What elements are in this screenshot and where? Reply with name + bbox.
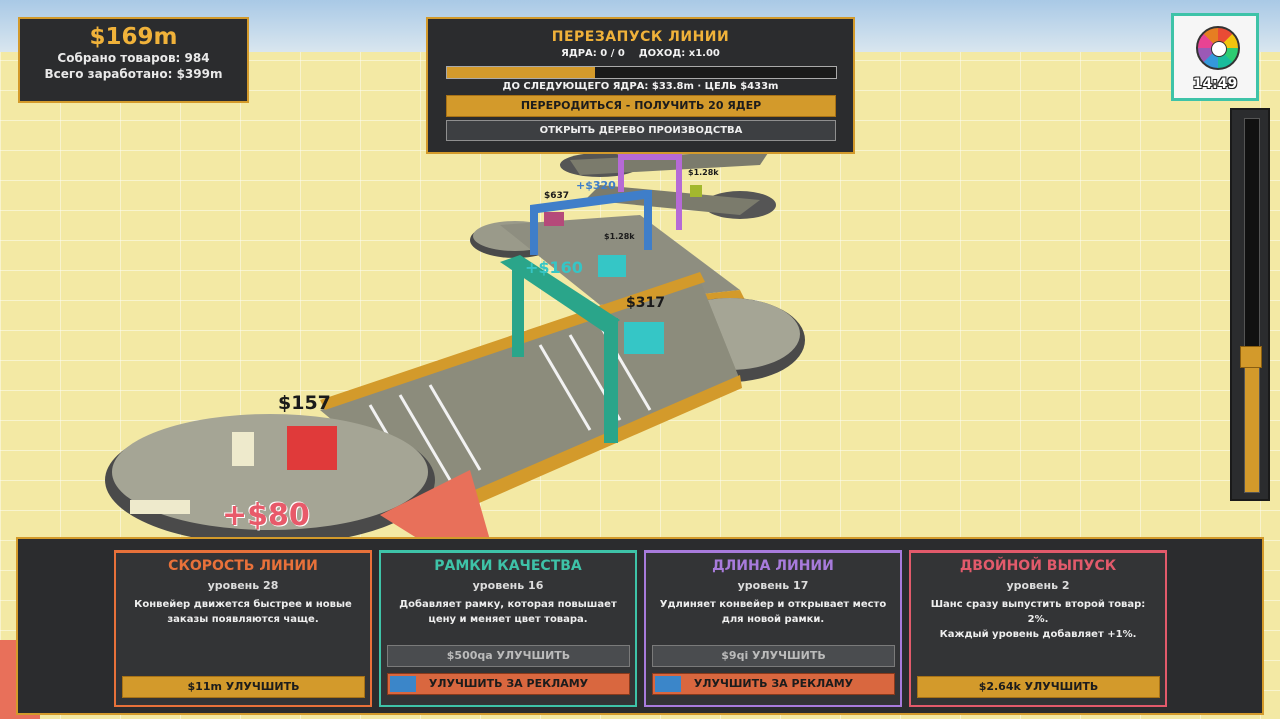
slider-handle[interactable] bbox=[1240, 345, 1262, 368]
upgrade-description: Добавляет рамку, которая повышает цену и… bbox=[381, 597, 635, 627]
desc-line: для новой рамки. bbox=[721, 614, 825, 625]
slider-track[interactable] bbox=[1244, 118, 1260, 493]
upgrade-ad-button[interactable]: УЛУЧШИТЬ ЗА РЕКЛАМУ bbox=[387, 673, 630, 695]
cores-income: ЯДРА: 0 / 0 ДОХОД: x1.00 bbox=[561, 48, 720, 59]
upgrade-level: уровень 16 bbox=[472, 579, 544, 592]
upgrade-buy-button[interactable]: $9qi УЛУЧШИТЬ bbox=[652, 645, 895, 667]
upgrade-card-line-speed: СКОРОСТЬ ЛИНИИ уровень 28 Конвейер движе… bbox=[114, 550, 372, 707]
upgrade-description: Конвейер движется быстрее и новые заказы… bbox=[116, 597, 370, 627]
desc-line: Конвейер движется быстрее и новые bbox=[134, 599, 352, 610]
prestige-progress-fill bbox=[447, 67, 595, 78]
upgrade-ad-button[interactable]: УЛУЧШИТЬ ЗА РЕКЛАМУ bbox=[652, 673, 895, 695]
upgrade-card-quality-frames: РАМКИ КАЧЕСТВА уровень 16 Добавляет рамк… bbox=[379, 550, 637, 707]
upgrade-level: уровень 2 bbox=[1006, 579, 1070, 592]
prestige-panel: ПЕРЕЗАПУСК ЛИНИИ ЯДРА: 0 / 0 ДОХОД: x1.0… bbox=[426, 17, 855, 154]
upgrade-description: Удлиняет конвейер и открывает место для … bbox=[646, 597, 900, 627]
desc-line: заказы появляются чаще. bbox=[167, 614, 319, 625]
upgrade-title: ДЛИНА ЛИНИИ bbox=[712, 558, 834, 574]
production-tree-button[interactable]: ОТКРЫТЬ ДЕРЕВО ПРОИЗВОДСТВА bbox=[446, 120, 836, 141]
desc-line: Каждый уровень добавляет +1%. bbox=[939, 629, 1137, 640]
megaphone-icon bbox=[655, 676, 681, 692]
money-counter: $169m bbox=[89, 24, 178, 50]
desc-line: Добавляет рамку, которая повышает bbox=[399, 599, 617, 610]
gain-label: +$320 bbox=[576, 179, 616, 192]
gain-label: +$160 bbox=[525, 258, 583, 277]
upgrade-description: Шанс сразу выпустить второй товар: 2%. К… bbox=[911, 597, 1165, 642]
upgrades-panel: СКОРОСТЬ ЛИНИИ уровень 28 Конвейер движе… bbox=[16, 537, 1264, 715]
upgrade-buy-button[interactable]: $500qa УЛУЧШИТЬ bbox=[387, 645, 630, 667]
upgrade-title: РАМКИ КАЧЕСТВА bbox=[434, 558, 582, 574]
ad-label: УЛУЧШИТЬ ЗА РЕКЛАМУ bbox=[693, 677, 854, 690]
price-label: $637 bbox=[544, 191, 570, 201]
slider-fill bbox=[1245, 357, 1259, 492]
earned-total: Всего заработано: $399m bbox=[44, 67, 223, 81]
megaphone-icon bbox=[390, 676, 416, 692]
price-label: $1.28k bbox=[688, 168, 719, 177]
upgrade-buy-button[interactable]: $11m УЛУЧШИТЬ bbox=[122, 676, 365, 698]
upgrade-card-double-output: ДВОЙНОЙ ВЫПУСК уровень 2 Шанс сразу выпу… bbox=[909, 550, 1167, 707]
vertical-slider[interactable] bbox=[1230, 108, 1270, 501]
upgrade-buy-button[interactable]: $2.64k УЛУЧШИТЬ bbox=[917, 676, 1160, 698]
price-label: $317 bbox=[626, 295, 665, 311]
desc-line: Удлиняет конвейер и открывает место bbox=[659, 599, 887, 610]
rebirth-button[interactable]: ПЕРЕРОДИТЬСЯ - ПОЛУЧИТЬ 20 ЯДЕР bbox=[446, 95, 836, 117]
upgrade-card-line-length: ДЛИНА ЛИНИИ уровень 17 Удлиняет конвейер… bbox=[644, 550, 902, 707]
next-core-goal: ДО СЛЕДУЮЩЕГО ЯДРА: $33.8m · ЦЕЛЬ $433m bbox=[502, 81, 779, 92]
price-label: $157 bbox=[278, 392, 331, 414]
upgrade-title: ДВОЙНОЙ ВЫПУСК bbox=[959, 558, 1117, 574]
wheel-timer: 14:49 bbox=[1192, 76, 1238, 92]
wheel-timer-button[interactable]: 14:49 bbox=[1171, 13, 1259, 101]
upgrade-level: уровень 28 bbox=[207, 579, 279, 592]
prestige-progress-bar bbox=[446, 66, 837, 79]
desc-line: цену и меняет цвет товара. bbox=[428, 614, 588, 625]
price-label: $1.28k bbox=[604, 232, 635, 241]
collected-count: Собрано товаров: 984 bbox=[57, 51, 210, 65]
upgrade-level: уровень 17 bbox=[737, 579, 809, 592]
gain-label: +$80 bbox=[222, 498, 310, 533]
stats-panel: $169m Собрано товаров: 984 Всего заработ… bbox=[18, 17, 249, 103]
upgrade-title: СКОРОСТЬ ЛИНИИ bbox=[168, 558, 318, 574]
prestige-title: ПЕРЕЗАПУСК ЛИНИИ bbox=[551, 29, 730, 45]
desc-line: Шанс сразу выпустить второй товар: 2%. bbox=[930, 599, 1146, 625]
ad-label: УЛУЧШИТЬ ЗА РЕКЛАМУ bbox=[428, 677, 589, 690]
color-wheel-icon bbox=[1196, 26, 1240, 70]
